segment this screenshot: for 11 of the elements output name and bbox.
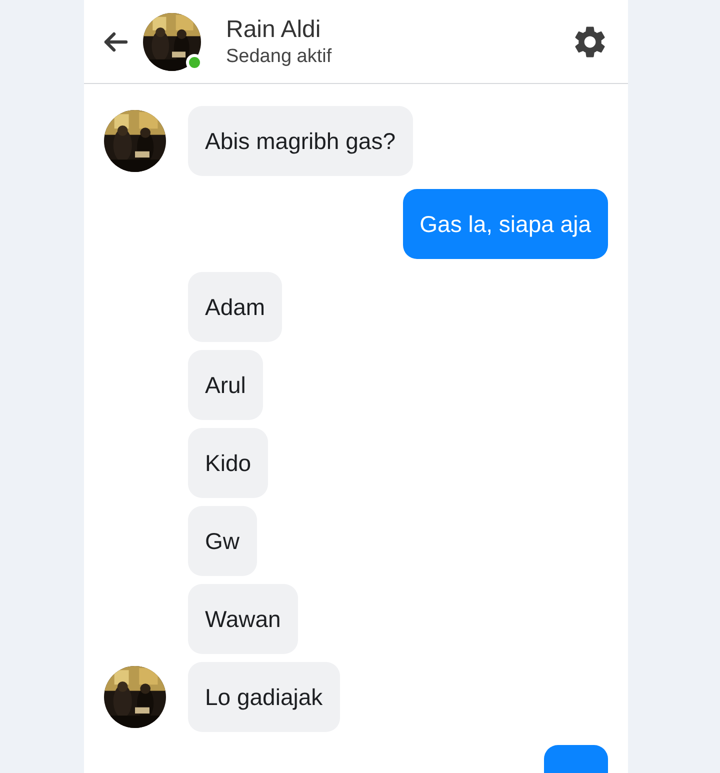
received-message-bubble: Abis magribh gas? xyxy=(188,106,412,176)
received-message-bubble: Lo gadiajak xyxy=(188,662,340,732)
sent-message-bubble: Gas la, siapa aja xyxy=(402,189,608,259)
status-text: Sedang aktif xyxy=(226,44,333,68)
received-message-bubble: Arul xyxy=(188,350,263,420)
received-message-bubble: Gw xyxy=(188,506,256,576)
received-message-bubble: Kido xyxy=(188,428,268,498)
received-message-bubble: Wawan xyxy=(188,584,298,654)
back-arrow-icon xyxy=(102,30,128,52)
contact-name: Rain Aldi xyxy=(226,14,322,44)
received-message-bubble: Adam xyxy=(188,272,282,342)
